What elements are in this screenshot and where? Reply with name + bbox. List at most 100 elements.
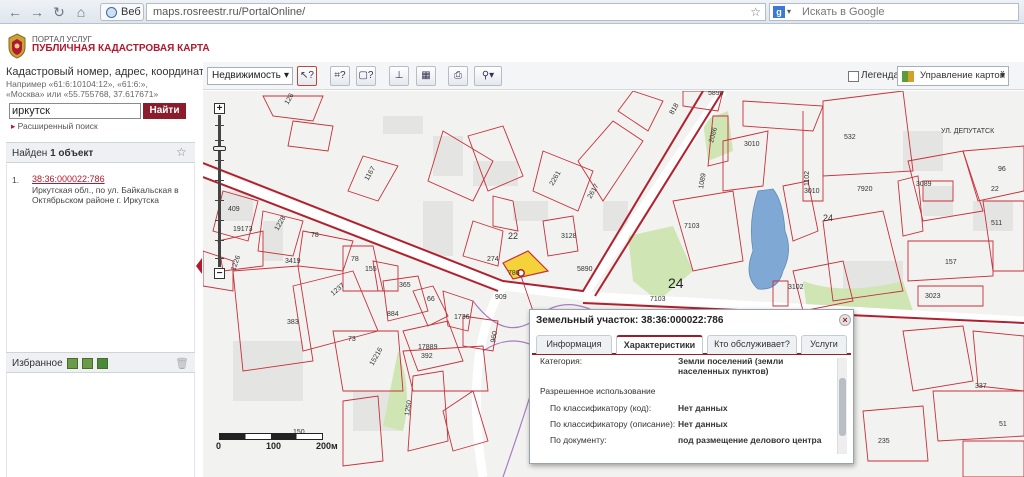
parcel-label: 22 bbox=[508, 231, 518, 241]
result-number: 1. bbox=[12, 175, 20, 185]
favorites-label: Избранное bbox=[12, 358, 63, 369]
portal-title[interactable]: ПУБЛИЧНАЯ КАДАСТРОВАЯ КАРТА bbox=[32, 43, 210, 54]
google-search-box[interactable]: g ▾ Искать в Google bbox=[769, 3, 1019, 21]
pointer-identify-icon[interactable]: ↖? bbox=[297, 66, 317, 86]
popup-scrollbar[interactable] bbox=[837, 358, 847, 454]
parcel-label: 786 bbox=[508, 270, 520, 277]
parcel-label: 157 bbox=[945, 259, 957, 266]
trash-icon[interactable]: 🗑 bbox=[175, 357, 189, 370]
forward-icon[interactable]: → bbox=[28, 3, 46, 21]
parcel-label: 155 bbox=[365, 266, 377, 273]
print-icon[interactable]: ⎙ bbox=[448, 66, 468, 86]
tab-information[interactable]: Информация bbox=[536, 335, 612, 354]
advanced-search-link[interactable]: Расширенный поиск bbox=[11, 121, 98, 132]
scale-label-100: 100 bbox=[266, 441, 282, 451]
reload-icon[interactable]: ↻ bbox=[50, 3, 68, 21]
zoom-tick bbox=[215, 160, 224, 161]
permitted-use-heading: Разрешенное использование bbox=[540, 386, 656, 396]
parcel-label: 22 bbox=[991, 186, 999, 193]
excel-export-icon[interactable] bbox=[82, 358, 93, 369]
parcel-label: 409 bbox=[228, 206, 240, 213]
tab-who-serves[interactable]: Кто обслуживает? bbox=[707, 335, 797, 354]
google-icon: g bbox=[773, 6, 785, 18]
zoom-out-button[interactable]: − bbox=[214, 268, 225, 279]
close-icon[interactable]: × bbox=[839, 314, 851, 326]
bookmark-star-icon[interactable]: ☆ bbox=[750, 4, 761, 20]
parcel-label: 24 bbox=[668, 275, 684, 291]
parcel-label: 337 bbox=[975, 383, 987, 390]
measure-ruler-icon[interactable]: ⊥ bbox=[389, 66, 409, 86]
address-url: maps.rosreestr.ru/PortalOnline/ bbox=[153, 6, 306, 18]
results-header: Найден 1 объект ☆ bbox=[6, 142, 195, 163]
popup-scrollbar-thumb[interactable] bbox=[839, 378, 846, 436]
link-icon[interactable]: ⚲▾ bbox=[474, 66, 502, 86]
parcel-label: 7103 bbox=[684, 223, 700, 230]
classifier-code-value: Нет данных bbox=[678, 403, 728, 413]
parcel-label: 235 bbox=[878, 438, 890, 445]
chevron-down-icon[interactable]: ▾ bbox=[787, 4, 791, 20]
collapse-panel-arrow-icon[interactable] bbox=[196, 258, 202, 274]
zoom-tick bbox=[215, 200, 224, 201]
parcel-label: 17889 bbox=[418, 344, 438, 351]
parcel-label: 78 bbox=[351, 256, 359, 263]
popup-tabs: Информация Характеристики Кто обслуживае… bbox=[532, 335, 851, 355]
parcel-label: 7103 bbox=[650, 296, 666, 303]
tab-services[interactable]: Услуги bbox=[801, 335, 847, 354]
zoom-tick bbox=[215, 220, 224, 221]
parcel-label: 73 bbox=[348, 336, 356, 343]
parcel-label: 532 bbox=[844, 134, 856, 141]
parcel-label: 3023 bbox=[925, 293, 941, 300]
zoom-in-button[interactable]: + bbox=[214, 103, 225, 114]
area-identify-icon[interactable]: ⌗? bbox=[330, 66, 350, 86]
parcel-label: 7920 bbox=[857, 186, 873, 193]
search-example-1: Например «61:6:10104:12», «61:6:», bbox=[6, 79, 148, 89]
address-bar[interactable]: maps.rosreestr.ru/PortalOnline/ ☆ bbox=[146, 3, 766, 21]
parcel-label: 1228 bbox=[274, 215, 288, 232]
zoom-tick bbox=[215, 125, 224, 126]
search-prompt: Кадастровый номер, адрес, координата: bbox=[6, 66, 213, 78]
results-count-text: Найден 1 объект bbox=[12, 148, 94, 159]
parcel-label: 66 bbox=[427, 296, 435, 303]
category-value-1: Земли поселений (земли bbox=[678, 358, 784, 366]
add-favorite-icon[interactable] bbox=[97, 358, 108, 369]
zoom-slider-track[interactable] bbox=[218, 115, 221, 267]
parcel-label: 960 bbox=[490, 331, 499, 344]
popup-title: Земельный участок: 38:36:000022:786 bbox=[536, 315, 724, 326]
popup-content: Категория: Земли поселений (земли населе… bbox=[536, 358, 836, 458]
back-icon[interactable]: ← bbox=[6, 3, 24, 21]
scale-label-0: 0 bbox=[216, 441, 222, 451]
parcel-label: 818 bbox=[669, 102, 681, 116]
web-tab[interactable]: Веб bbox=[100, 3, 144, 21]
parcel-label: 511 bbox=[991, 220, 1002, 227]
parcel-label: 1250 bbox=[404, 400, 414, 417]
parcel-label: 1237 bbox=[330, 282, 347, 297]
zoom-tick bbox=[215, 180, 224, 181]
home-icon[interactable]: ⌂ bbox=[72, 3, 90, 21]
layer-select[interactable]: Недвижимость bbox=[207, 67, 293, 85]
map-control-dropdown[interactable]: Управление картой bbox=[897, 66, 1009, 86]
excel-import-icon[interactable] bbox=[67, 358, 78, 369]
search-example-2: «Москва» или «55.755768, 37.617671» bbox=[6, 89, 159, 99]
favorites-list bbox=[6, 373, 195, 477]
coat-of-arms-logo[interactable] bbox=[6, 33, 28, 59]
parcel-label: 3419 bbox=[285, 258, 301, 265]
star-icon[interactable]: ☆ bbox=[176, 146, 189, 159]
parcel-label: 24 bbox=[823, 213, 833, 223]
parcel-label: 884 bbox=[387, 311, 399, 318]
parcel-label: 1736 bbox=[454, 314, 470, 321]
measure-area-icon[interactable]: ▦ bbox=[416, 66, 436, 86]
parcel-label: 909 bbox=[495, 294, 507, 301]
parcel-label: 1167 bbox=[364, 165, 378, 182]
legend-checkbox[interactable]: Легенда bbox=[848, 70, 899, 82]
search-input[interactable]: иркутск bbox=[9, 103, 141, 119]
tab-characteristics[interactable]: Характеристики bbox=[616, 335, 703, 354]
parcel-label: 274 bbox=[487, 256, 499, 263]
map-control-label: Управление картой bbox=[920, 70, 1006, 81]
zoom-slider-handle[interactable] bbox=[213, 146, 226, 151]
rectangle-identify-icon[interactable]: ▢? bbox=[356, 66, 376, 86]
favorites-header: Избранное 🗑 bbox=[6, 352, 195, 373]
scale-bar bbox=[219, 433, 323, 440]
result-cadastral-link[interactable]: 38:36:000022:786 bbox=[32, 174, 105, 184]
web-tab-label: Веб bbox=[121, 6, 141, 18]
search-button[interactable]: Найти bbox=[143, 103, 186, 119]
